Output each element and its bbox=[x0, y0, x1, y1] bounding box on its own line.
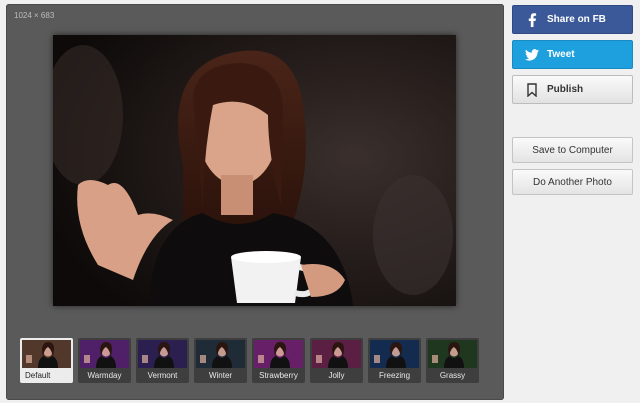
filter-thumbnail bbox=[428, 340, 477, 368]
image-dimensions: 1024 × 683 bbox=[14, 11, 55, 20]
filter-winter[interactable]: Winter bbox=[194, 338, 247, 383]
photo-editor-panel: 1024 × 683 Default Warmday Vermont Winte… bbox=[6, 4, 504, 400]
photo-preview bbox=[53, 35, 456, 306]
filter-thumbnail bbox=[22, 340, 71, 368]
filter-label: Warmday bbox=[87, 371, 122, 380]
save-to-computer-button[interactable]: Save to Computer bbox=[512, 137, 633, 163]
filter-thumbnail bbox=[196, 340, 245, 368]
twitter-bird-icon bbox=[525, 48, 539, 62]
filter-vermont[interactable]: Vermont bbox=[136, 338, 189, 383]
filter-thumbnail bbox=[80, 340, 129, 368]
filter-thumbnail bbox=[370, 340, 419, 368]
publish-label: Publish bbox=[547, 84, 584, 95]
filter-strawberry[interactable]: Strawberry bbox=[252, 338, 305, 383]
portrait-photo bbox=[53, 35, 456, 306]
bookmark-icon bbox=[525, 82, 539, 97]
filter-label: Winter bbox=[208, 371, 233, 380]
share-on-facebook-label: Share on FB bbox=[547, 14, 606, 25]
tweet-button[interactable]: Tweet bbox=[512, 40, 633, 69]
tweet-label: Tweet bbox=[547, 49, 575, 60]
filter-label: Grassy bbox=[439, 371, 466, 380]
filter-label: Strawberry bbox=[259, 371, 298, 380]
filter-freezing[interactable]: Freezing bbox=[368, 338, 421, 383]
filter-jolly[interactable]: Jolly bbox=[310, 338, 363, 383]
filter-label: Vermont bbox=[147, 371, 178, 380]
filter-warmday[interactable]: Warmday bbox=[78, 338, 131, 383]
facebook-icon bbox=[525, 12, 539, 27]
filter-grassy[interactable]: Grassy bbox=[426, 338, 479, 383]
filter-thumbnail bbox=[138, 340, 187, 368]
do-another-photo-button[interactable]: Do Another Photo bbox=[512, 169, 633, 195]
filter-default[interactable]: Default bbox=[20, 338, 73, 383]
publish-button[interactable]: Publish bbox=[512, 75, 633, 104]
share-on-facebook-button[interactable]: Share on FB bbox=[512, 5, 633, 34]
filter-label: Default bbox=[25, 371, 51, 380]
filter-thumbnail bbox=[312, 340, 361, 368]
filter-label: Jolly bbox=[328, 371, 345, 380]
filter-label: Freezing bbox=[378, 371, 411, 380]
filter-thumbnail bbox=[254, 340, 303, 368]
